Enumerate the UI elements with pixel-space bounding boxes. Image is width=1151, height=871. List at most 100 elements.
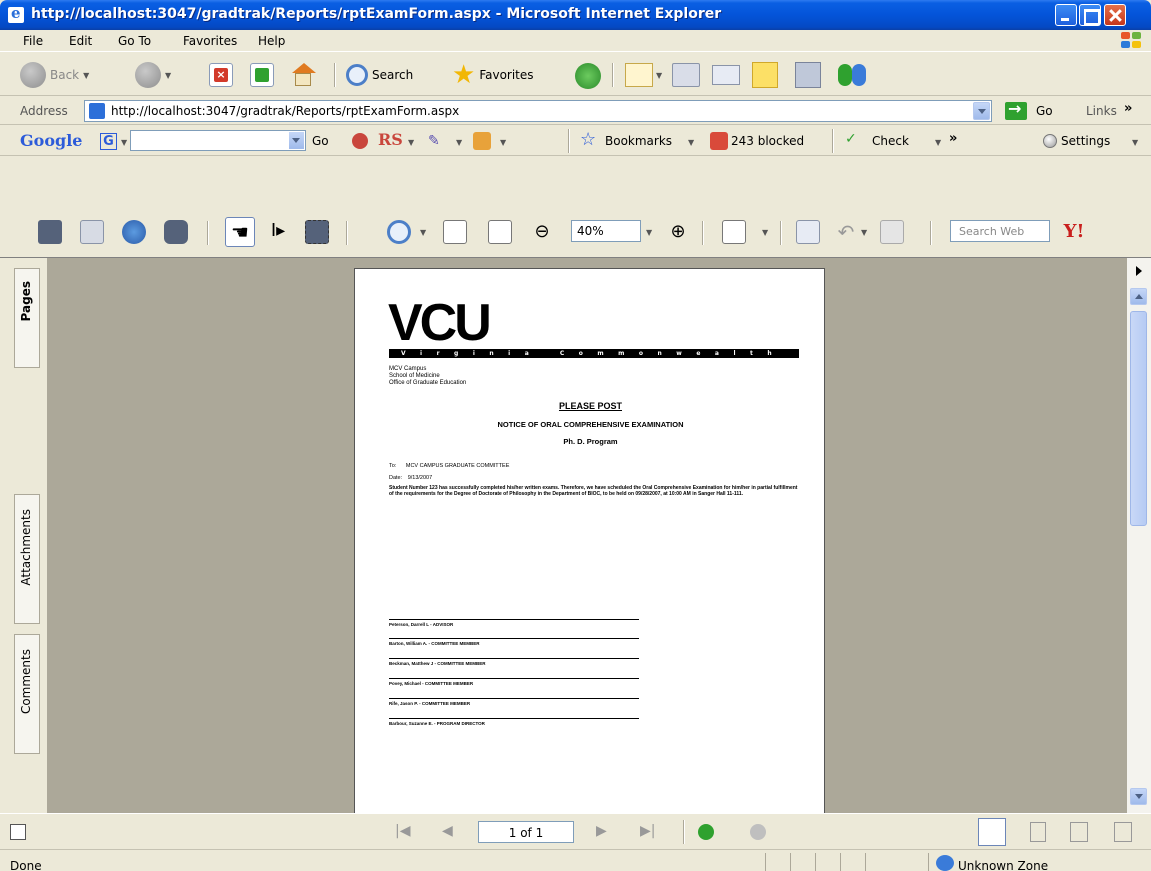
google-g-icon[interactable]: G	[100, 133, 117, 150]
zoom-out-icon[interactable]: ⊖	[530, 220, 554, 244]
dropdown-arrow-icon[interactable]: ▼	[500, 138, 506, 147]
menu-goto[interactable]: Go To	[118, 34, 151, 48]
zoom-in-icon[interactable]	[387, 220, 411, 244]
continuous-facing-icon[interactable]	[1114, 822, 1132, 842]
menu-help[interactable]: Help	[258, 34, 285, 48]
find-icon[interactable]	[164, 220, 188, 244]
save-icon[interactable]	[38, 220, 62, 244]
snapshot-icon[interactable]	[305, 220, 329, 244]
edit-icon[interactable]	[712, 65, 740, 85]
hand-tool-icon[interactable]: ☚	[225, 217, 255, 247]
print-icon[interactable]	[80, 220, 104, 244]
copy-icon[interactable]	[880, 220, 904, 244]
pagerank-icon[interactable]	[352, 133, 368, 149]
standard-toolbar: Back ▼ ▼ × Search ★ Favorites ▼	[0, 53, 1151, 96]
dropdown-arrow-icon[interactable]: ▼	[656, 71, 662, 80]
back-button[interactable]: Back ▼	[20, 60, 89, 90]
google-search-input[interactable]	[130, 130, 306, 151]
popup-blocker-icon[interactable]	[710, 132, 728, 150]
rotate-view-icon[interactable]	[722, 220, 746, 244]
go-arrow-icon[interactable]	[1005, 99, 1027, 120]
facing-icon[interactable]	[1070, 822, 1088, 842]
dropdown-arrow-icon[interactable]: ▼	[456, 138, 462, 147]
previous-page-button[interactable]: ◀	[442, 823, 453, 841]
vertical-scrollbar[interactable]	[1127, 258, 1151, 814]
stop-icon[interactable]: ×	[209, 63, 233, 87]
chevron-down-icon[interactable]	[973, 102, 990, 120]
research-icon[interactable]	[795, 62, 821, 88]
home-icon[interactable]	[290, 63, 316, 87]
print-icon[interactable]	[672, 63, 700, 87]
continuous-icon[interactable]	[1030, 822, 1046, 842]
dropdown-arrow-icon[interactable]: ▼	[646, 228, 652, 237]
dropdown-arrow-icon[interactable]: ▼	[1132, 138, 1138, 147]
zoom-in-circle-icon[interactable]: ⊕	[666, 220, 690, 244]
highlight-icon[interactable]: ✎	[428, 133, 446, 149]
spellcheck-icon[interactable]: ✓	[845, 131, 857, 147]
chevron-right-icon[interactable]: »	[949, 131, 957, 146]
minimize-button[interactable]	[1055, 4, 1077, 26]
blocked-count[interactable]: 243 blocked	[731, 134, 804, 148]
tab-comments[interactable]: Comments	[14, 634, 40, 754]
settings-icon[interactable]	[1043, 134, 1057, 148]
single-page-icon[interactable]	[978, 818, 1006, 846]
scroll-down-button[interactable]	[1130, 788, 1147, 805]
dropdown-arrow-icon[interactable]: ▼	[935, 138, 941, 147]
spell-check-icon[interactable]	[796, 220, 820, 244]
go-button[interactable]: Go	[1036, 104, 1053, 118]
signature-name: Barbour, Suzanne E. - PROGRAM DIRECTOR	[389, 721, 485, 726]
close-button[interactable]	[1104, 4, 1126, 26]
dropdown-arrow-icon[interactable]: ▼	[408, 138, 414, 147]
document-area[interactable]: VCU Virginia Commonwealth University MCV…	[49, 258, 1126, 814]
next-page-button[interactable]: ▶	[596, 823, 607, 841]
history-icon[interactable]	[575, 63, 601, 89]
address-input[interactable]: http://localhost:3047/gradtrak/Reports/r…	[84, 100, 992, 122]
search-button[interactable]: Search	[346, 60, 413, 90]
google-logo[interactable]: Google	[20, 131, 82, 150]
settings-button[interactable]: Settings	[1061, 134, 1110, 148]
puzzle-icon[interactable]	[473, 132, 491, 150]
chevron-right-icon[interactable]: »	[1124, 101, 1132, 116]
page-options-icon[interactable]	[10, 824, 26, 840]
tab-pages[interactable]: Pages	[14, 268, 40, 368]
fit-width-icon[interactable]	[488, 220, 512, 244]
menu-file[interactable]: File	[23, 34, 43, 48]
bookmark-star-icon[interactable]: ☆	[580, 129, 596, 150]
bookmarks-button[interactable]: Bookmarks	[605, 134, 672, 148]
refresh-icon[interactable]	[250, 63, 274, 87]
yahoo-icon[interactable]: Y!	[1062, 220, 1086, 244]
dropdown-arrow-icon[interactable]: ▼	[688, 138, 694, 147]
search-web-input[interactable]: Search Web	[950, 220, 1050, 242]
previous-view-icon[interactable]	[698, 824, 714, 840]
dropdown-arrow-icon[interactable]: ▼	[861, 228, 867, 237]
chevron-down-icon[interactable]	[289, 132, 304, 149]
check-button[interactable]: Check	[872, 134, 909, 148]
select-tool-icon[interactable]: I▸	[266, 220, 290, 244]
dropdown-arrow-icon[interactable]: ▼	[121, 138, 127, 147]
maximize-button[interactable]	[1079, 4, 1101, 26]
mail-icon[interactable]	[625, 63, 653, 87]
dropdown-arrow-icon[interactable]: ▼	[420, 228, 426, 237]
favorites-button[interactable]: ★ Favorites	[452, 60, 534, 90]
expand-panel-icon[interactable]	[1136, 266, 1142, 276]
google-go-button[interactable]: Go	[312, 134, 329, 148]
tab-attachments[interactable]: Attachments	[14, 494, 40, 624]
discuss-icon[interactable]	[752, 62, 778, 88]
scroll-up-button[interactable]	[1130, 288, 1147, 305]
undo-icon[interactable]: ↶	[834, 220, 858, 244]
dropdown-arrow-icon[interactable]: ▼	[762, 228, 768, 237]
email-icon[interactable]	[122, 220, 146, 244]
last-page-button[interactable]: ▶|	[640, 823, 655, 841]
page-number-input[interactable]: 1 of 1	[478, 821, 574, 843]
messenger-icon[interactable]	[838, 62, 868, 88]
menu-edit[interactable]: Edit	[69, 34, 92, 48]
forward-button[interactable]: ▼	[135, 60, 171, 90]
zoom-input[interactable]: 40%	[571, 220, 641, 242]
rs-button[interactable]: RS	[378, 130, 403, 149]
menu-favorites[interactable]: Favorites	[183, 34, 237, 48]
scroll-thumb[interactable]	[1130, 311, 1147, 526]
fit-page-icon[interactable]	[443, 220, 467, 244]
links-button[interactable]: Links	[1086, 104, 1117, 118]
next-view-icon[interactable]	[750, 824, 766, 840]
first-page-button[interactable]: |◀	[395, 823, 410, 841]
